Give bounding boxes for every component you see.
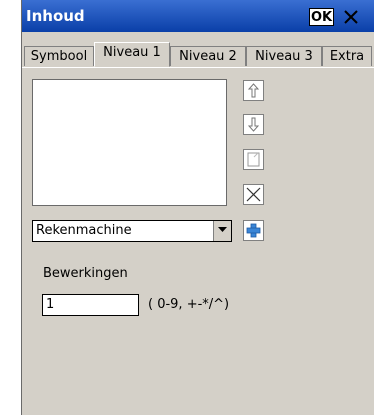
close-button[interactable]	[340, 6, 362, 28]
tab-niveau-1[interactable]: Niveau 1	[94, 42, 170, 67]
tab-extra[interactable]: Extra	[322, 46, 372, 66]
move-down-button[interactable]	[243, 114, 264, 135]
chevron-down-icon	[218, 227, 227, 232]
operations-hint: ( 0-9, +-*/^)	[148, 297, 230, 312]
plus-icon	[246, 223, 261, 238]
levels-listbox[interactable]	[32, 79, 227, 206]
tab-symbool[interactable]: Symbool	[24, 46, 94, 66]
delete-button[interactable]	[243, 184, 264, 205]
document-icon	[247, 152, 260, 167]
edit-button[interactable]	[243, 149, 264, 170]
operations-input[interactable]: 1	[42, 294, 139, 316]
operations-label: Bewerkingen	[43, 266, 128, 281]
title-bar: Inhoud OK	[22, 0, 374, 32]
type-combobox[interactable]: Rekenmachine	[32, 220, 232, 242]
down-arrow-icon	[247, 117, 260, 132]
combo-value: Rekenmachine	[36, 223, 132, 238]
up-arrow-icon	[247, 83, 260, 98]
x-icon	[246, 187, 261, 202]
combo-dropdown-button[interactable]	[213, 221, 231, 241]
tab-niveau-2[interactable]: Niveau 2	[170, 46, 246, 66]
close-icon	[344, 10, 358, 24]
tab-niveau-3[interactable]: Niveau 3	[246, 46, 322, 66]
window-title: Inhoud	[26, 7, 85, 25]
move-up-button[interactable]	[243, 80, 264, 101]
tab-divider	[22, 67, 374, 68]
dialog-window: Inhoud OK Symbool Niveau 1 Niveau 2 Nive…	[21, 0, 374, 415]
add-button[interactable]	[243, 220, 264, 241]
ok-button[interactable]: OK	[309, 8, 334, 26]
tab-bar: Symbool Niveau 1 Niveau 2 Niveau 3 Extra	[22, 40, 374, 67]
